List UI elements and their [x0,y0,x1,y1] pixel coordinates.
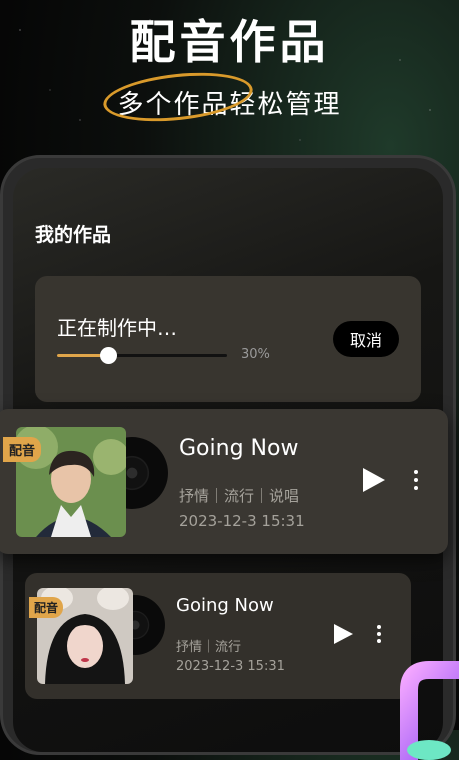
subtitle-highlight: 多个作品 [101,66,256,128]
cancel-button[interactable]: 取消 [333,321,399,357]
hero-title: 配音作品 [129,15,330,69]
hero-subtitle: 多个作品 轻松管理 [0,66,459,128]
decorative-3d-shape [400,661,459,760]
dub-tag: 配音 [3,437,42,462]
play-icon[interactable] [334,624,353,644]
more-icon[interactable] [377,625,381,643]
play-icon[interactable] [363,468,385,492]
dub-tag: 配音 [29,597,64,618]
section-title: 我的作品 [35,224,112,246]
track-tags: 抒情｜流行 [176,640,242,655]
track-date: 2023-12-3 15:31 [176,659,285,674]
progress-label: 正在制作中… [57,316,177,340]
track-title: Going Now [179,436,299,461]
track-title: Going Now [176,595,274,616]
phone-frame: 我的作品 正在制作中… 30% 取消 配音 Going Now 抒情｜流行｜说唱… [0,155,456,755]
more-icon[interactable] [414,470,418,490]
track-card[interactable]: 配音 Going Now 抒情｜流行｜说唱 2023-12-3 15:31 [0,409,448,554]
track-card[interactable]: 配音 Going Now 抒情｜流行 2023-12-3 15:31 [25,573,411,699]
track-tags: 抒情｜流行｜说唱 [179,487,300,505]
progress-card: 正在制作中… 30% 取消 [35,276,421,402]
progress-thumb[interactable] [100,347,117,364]
progress-track[interactable] [57,347,227,364]
progress-percent: 30% [241,347,270,362]
track-date: 2023-12-3 15:31 [179,512,305,530]
